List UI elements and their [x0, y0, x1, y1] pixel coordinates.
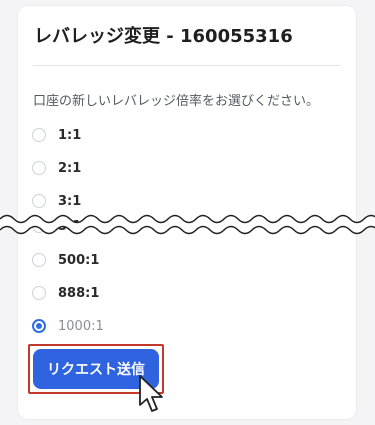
torn-edge-separator	[0, 214, 375, 235]
divider	[33, 65, 341, 66]
leverage-option-500-1[interactable]: 500:1	[32, 250, 99, 270]
option-label: 1:1	[58, 127, 82, 143]
option-label: 888:1	[58, 285, 100, 301]
leverage-option-2-1[interactable]: 2:1	[32, 158, 81, 178]
leverage-option-888-1[interactable]: 888:1	[32, 283, 99, 303]
option-label: 1000:1	[58, 318, 104, 334]
instruction-text: 口座の新しいレバレッジ倍率をお選びください。	[33, 94, 320, 109]
radio-button-selected[interactable]	[32, 319, 46, 333]
radio-button[interactable]	[32, 253, 46, 267]
option-label: 2:1	[58, 160, 82, 176]
option-label: 500:1	[58, 252, 100, 268]
leverage-option-1000-1[interactable]: 1000:1	[32, 316, 104, 336]
mouse-pointer-icon	[139, 375, 163, 412]
radio-button[interactable]	[32, 161, 46, 175]
radio-button[interactable]	[32, 128, 46, 142]
radio-button[interactable]	[32, 286, 46, 300]
leverage-option-1-1[interactable]: 1:1	[32, 125, 81, 145]
dialog-title: レバレッジ変更 - 160055316	[34, 26, 293, 47]
